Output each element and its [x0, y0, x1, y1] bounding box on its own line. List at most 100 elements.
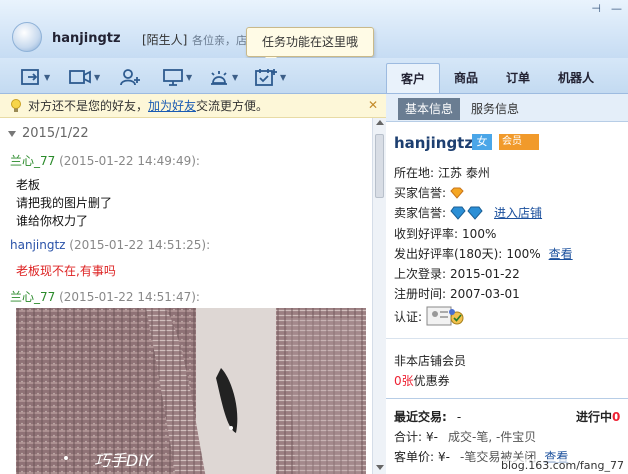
collapse-triangle-icon [8, 130, 16, 137]
date-separator[interactable]: 2015/1/22 [8, 126, 89, 141]
buyer-credit-row: 买家信誉: [394, 184, 464, 201]
task-button[interactable]: ▼ [254, 66, 286, 88]
video-button[interactable]: ▼ [68, 66, 100, 88]
chevron-down-icon: ▼ [94, 72, 101, 82]
message-line: 老板 [16, 178, 41, 192]
task-calendar-icon [255, 69, 277, 86]
pin-icon[interactable]: ⊣ [591, 2, 601, 15]
scroll-thumb[interactable] [375, 134, 384, 198]
good-rate-value: 100% [462, 226, 497, 241]
buyer-credit-label: 买家信誉: [394, 186, 447, 200]
verified-badge-icon [426, 306, 464, 326]
send-file-icon [21, 69, 39, 85]
send-file-button[interactable]: ▼ [20, 66, 50, 88]
chevron-down-icon: ▼ [232, 72, 239, 82]
recent-trade-row: 最近交易: - [394, 408, 461, 425]
register-label: 注册时间: [394, 287, 447, 301]
member-status: 非本店铺会员 [394, 354, 467, 368]
register-value: 2007-03-01 [450, 286, 520, 301]
in-progress-count: 0 [612, 409, 621, 424]
tab-basic-info[interactable]: 基本信息 [398, 98, 461, 120]
video-camera-icon [69, 70, 91, 84]
total-label: 合计: [394, 430, 423, 444]
sender-name: 兰心_77 [10, 290, 56, 304]
screen-share-button[interactable]: ▼ [162, 66, 192, 88]
sent-rate-value: 100% [506, 246, 541, 261]
message-line: 谁给你权力了 [16, 214, 89, 228]
location-value: 江苏 泰州 [438, 166, 490, 180]
message-line: 老板现不在,有事吗 [16, 264, 116, 278]
chevron-down-icon: ▼ [280, 72, 287, 82]
chat-history: 2015/1/22 兰心_77 (2015-01-22 14:49:49): 老… [0, 118, 386, 474]
recent-trade-label: 最近交易: [394, 410, 447, 424]
contact-tag: [陌生人] [142, 33, 188, 47]
total-value: ¥- [426, 429, 439, 444]
message-time: (2015-01-22 14:49:49): [59, 154, 200, 168]
tab-product[interactable]: 商品 [440, 63, 492, 93]
coupon-label: 优惠券 [413, 374, 450, 388]
scroll-up-arrow-icon[interactable] [376, 120, 384, 125]
info-subtabs: 基本信息 服务信息 [386, 94, 628, 122]
notice-text-before: 对方还不是您的好友， [28, 99, 149, 113]
tab-order[interactable]: 订单 [492, 63, 544, 93]
coupon-count: 0张 [394, 374, 414, 388]
unit-price-value: ¥- [438, 449, 451, 464]
message-header: hanjingtz (2015-01-22 14:51:25): [10, 238, 210, 252]
total-detail: 成交-笔, -件宝贝 [448, 430, 537, 444]
last-login-label: 上次登录: [394, 267, 447, 281]
monitor-icon [163, 69, 183, 86]
task-tooltip: 任务功能在这里哦 [246, 27, 374, 63]
photo-watermark: 巧手DIY [94, 451, 154, 470]
notice-text-after: 交流更方便。 [196, 99, 269, 113]
chevron-down-icon: ▼ [186, 72, 193, 82]
enter-store-link[interactable]: 进入店铺 [494, 204, 542, 221]
sent-rate-row: 发出好评率(180天): 100% 查看 [394, 245, 573, 262]
message-header: 兰心_77 (2015-01-22 14:49:49): [10, 152, 200, 169]
seller-credit-label: 卖家信誉: [394, 206, 447, 220]
avatar[interactable] [12, 22, 42, 52]
good-rate-label: 收到好评率: [394, 227, 459, 241]
date-label: 2015/1/22 [22, 126, 89, 141]
customer-info-panel: 基本信息 服务信息 hanjingtz 女 会员 所在地: 江苏 泰州 买家信誉… [386, 94, 628, 474]
good-rate-row: 收到好评率: 100% [394, 225, 496, 242]
minimize-icon[interactable]: — [611, 2, 622, 15]
section-divider [386, 338, 628, 339]
gender-badge: 女 [472, 134, 492, 150]
blog-watermark: blog.163.com/fang_77 [500, 459, 624, 472]
heart-rank-icon [450, 187, 464, 199]
tab-customer[interactable]: 客户 [386, 63, 441, 93]
auth-row: 认证: [394, 306, 468, 326]
add-contact-button[interactable] [118, 66, 142, 88]
member-status-row: 非本店铺会员 [394, 352, 466, 369]
member-badge: 会员 [499, 134, 539, 150]
total-row: 合计: ¥- 成交-笔, -件宝贝 [394, 428, 536, 445]
tab-robot[interactable]: 机器人 [544, 63, 608, 93]
profile-name: hanjingtz [394, 134, 474, 152]
diamond-rank-icon [450, 206, 483, 220]
chat-photo[interactable]: 巧手DIY [16, 308, 366, 474]
location-row: 所在地: 江苏 泰州 [394, 164, 490, 181]
coupon-row: 0张 优惠券 [394, 372, 450, 389]
alarm-button[interactable]: ▼ [208, 66, 238, 88]
sent-rate-label: 发出好评率(180天): [394, 247, 503, 261]
scroll-down-arrow-icon[interactable] [376, 465, 384, 470]
in-progress-label: 进行中 [576, 410, 613, 424]
add-friend-link[interactable]: 加为好友 [148, 97, 196, 114]
chat-scrollbar[interactable] [372, 118, 386, 474]
contact-name: hanjingtz [52, 31, 121, 46]
in-progress-row: 进行中 0 [576, 408, 620, 425]
friend-notice-bar: 对方还不是您的好友， 加为好友 交流更方便。 ✕ [0, 94, 386, 118]
sender-name: hanjingtz [10, 238, 66, 252]
tab-service-info[interactable]: 服务信息 [464, 98, 526, 120]
close-icon[interactable]: ✕ [368, 98, 378, 112]
register-row: 注册时间: 2007-03-01 [394, 285, 520, 302]
last-login-value: 2015-01-22 [450, 266, 520, 281]
view-link[interactable]: 查看 [549, 245, 573, 262]
add-user-icon [120, 69, 140, 86]
window-controls: ⊣ — [591, 2, 628, 15]
section-divider [386, 398, 628, 399]
alarm-icon [211, 71, 227, 85]
message-time: (2015-01-22 14:51:47): [59, 290, 200, 304]
unit-price-label: 客单价: [394, 450, 435, 464]
message-header: 兰心_77 (2015-01-22 14:51:47): [10, 288, 200, 305]
